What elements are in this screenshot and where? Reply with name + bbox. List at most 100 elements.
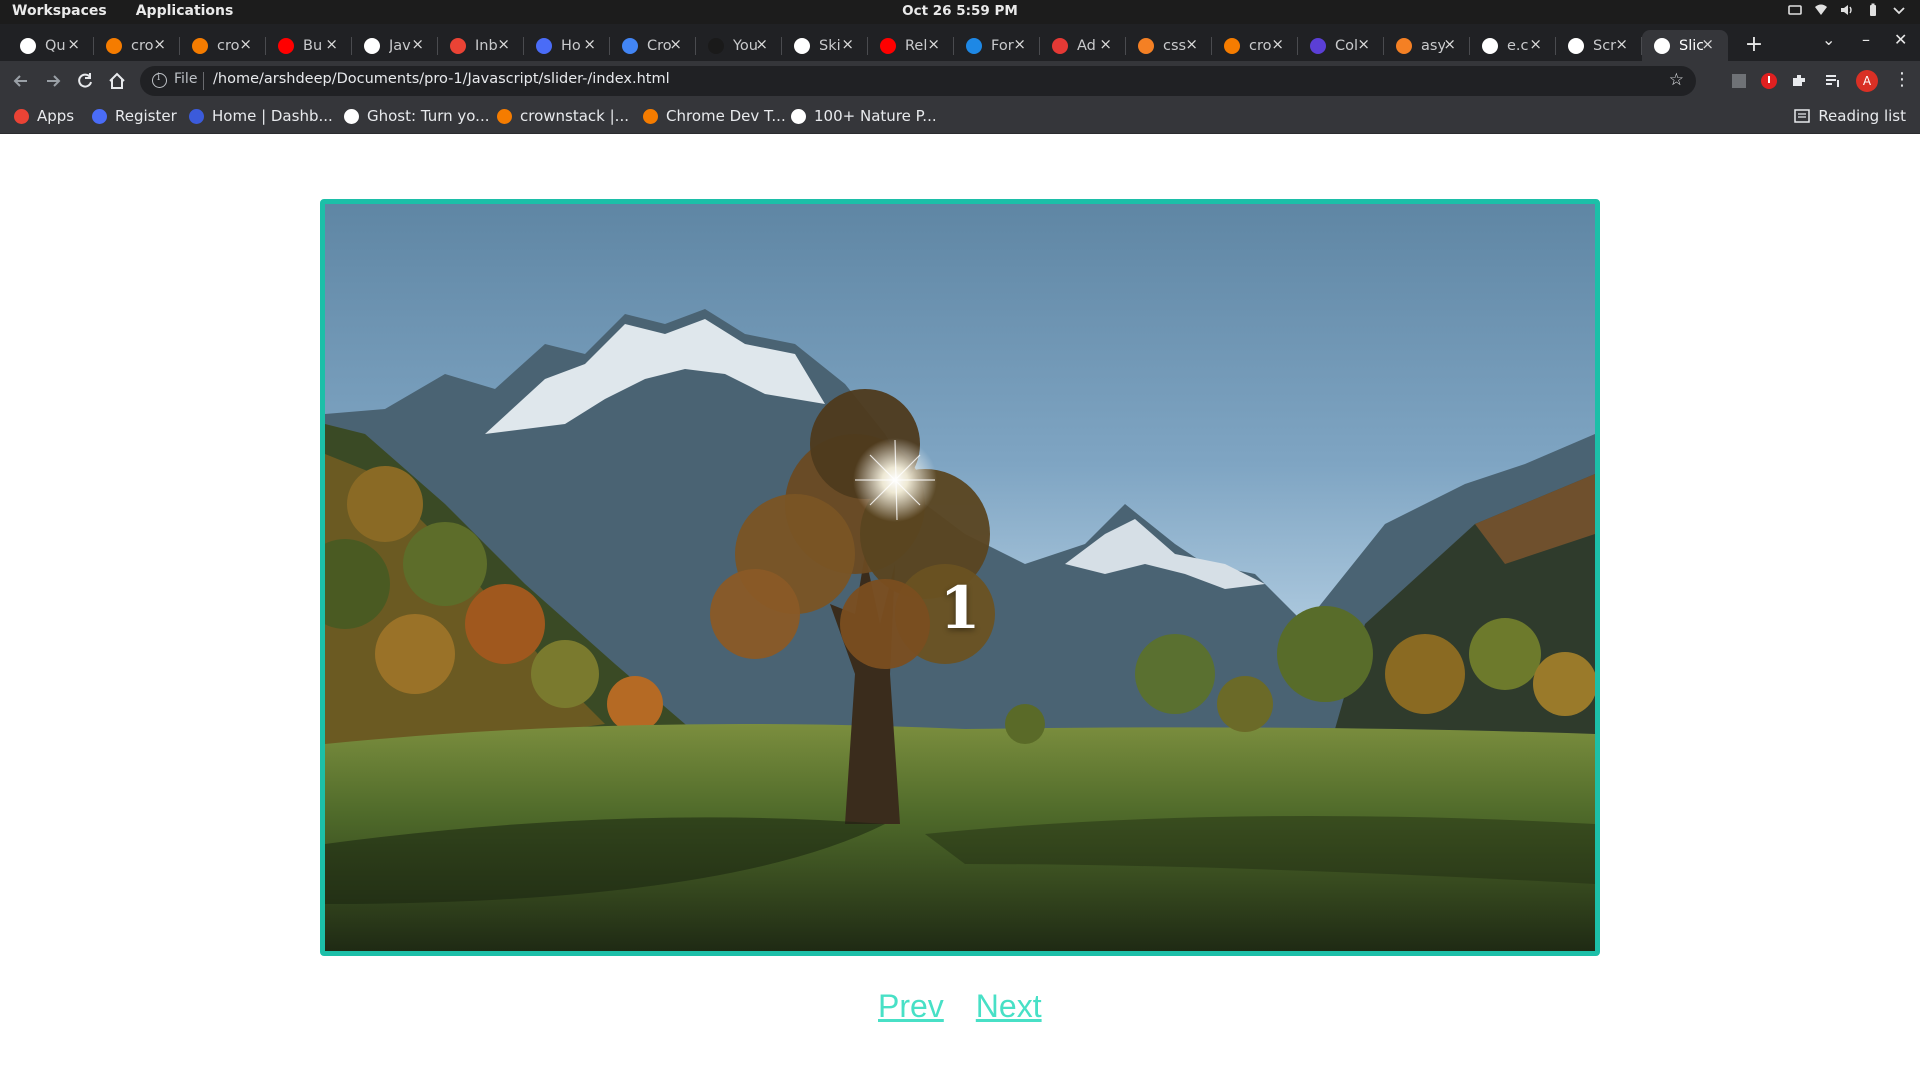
close-tab-icon[interactable]: × [1701, 35, 1714, 53]
k-icon [92, 108, 107, 124]
tab-7[interactable]: Cro × [610, 30, 696, 61]
bookmark-0[interactable]: Apps [14, 107, 74, 125]
tab-4[interactable]: Jav × [352, 30, 438, 61]
extensions-puzzle-icon[interactable] [1790, 72, 1808, 90]
crownstack-icon [497, 108, 512, 124]
close-tab-icon[interactable]: × [1443, 35, 1456, 53]
close-tab-icon[interactable]: × [1357, 35, 1370, 53]
display-icon[interactable] [1788, 3, 1802, 17]
reading-list-button[interactable]: Reading list [1794, 107, 1906, 125]
tab-0[interactable]: Qu × [8, 30, 94, 61]
bookmark-3[interactable]: Ghost: Turn yo... [344, 107, 490, 125]
stackoverflow-icon [1396, 37, 1412, 54]
apps-grid-icon [14, 108, 29, 124]
bookmark-1[interactable]: Register [92, 107, 177, 125]
bookmark-4[interactable]: crownstack |... [497, 107, 629, 125]
close-tab-icon[interactable]: × [1529, 35, 1542, 53]
tab-5[interactable]: Inb × [438, 30, 524, 61]
tab-18[interactable]: Scr × [1556, 30, 1642, 61]
tab-title: Qu [45, 37, 66, 54]
bookmark-5[interactable]: Chrome Dev T... [643, 107, 786, 125]
back-button[interactable] [10, 70, 32, 92]
tab-17[interactable]: e.c × [1470, 30, 1556, 61]
close-tab-icon[interactable]: × [755, 35, 768, 53]
close-tab-icon[interactable]: × [239, 35, 252, 53]
system-top-bar: Workspaces Applications Oct 26 5:59 PM [0, 0, 1920, 24]
minimize-button[interactable]: – [1862, 30, 1870, 49]
tab-15[interactable]: Col × [1298, 30, 1384, 61]
globe-icon [1654, 37, 1670, 54]
tab-title: cro [131, 37, 154, 54]
tab-8[interactable]: You × [696, 30, 782, 61]
tab-13[interactable]: css × [1126, 30, 1212, 61]
close-tab-icon[interactable]: × [841, 35, 854, 53]
tab-title: Scr [1593, 37, 1617, 54]
close-tab-icon[interactable]: × [411, 35, 424, 53]
system-clock[interactable]: Oct 26 5:59 PM [902, 3, 1018, 19]
chrome-menu-icon[interactable]: ⋮ [1893, 69, 1911, 90]
close-tab-icon[interactable]: × [1013, 35, 1026, 53]
google-icon [1482, 37, 1498, 54]
tab-title: For [991, 37, 1014, 54]
home-button[interactable] [106, 70, 128, 92]
tab-6[interactable]: Ho × [524, 30, 610, 61]
bookmark-6[interactable]: 100+ Nature P... [791, 107, 937, 125]
tab-19[interactable]: Slic × [1642, 30, 1728, 61]
close-tab-icon[interactable]: × [497, 35, 510, 53]
address-bar[interactable]: File /home/arshdeep/Documents/pro-1/Java… [140, 66, 1696, 96]
tab-14[interactable]: cro × [1212, 30, 1298, 61]
asterisk-icon [1052, 37, 1068, 54]
media-queue-icon[interactable] [1824, 72, 1842, 90]
close-tab-icon[interactable]: × [1185, 35, 1198, 53]
slider-controls: Prev Next [878, 988, 1042, 1025]
bookmark-2[interactable]: Home | Dashb... [189, 107, 333, 125]
crownstack-icon [643, 108, 658, 124]
globe-icon [794, 37, 810, 54]
k-icon [536, 37, 552, 54]
url-text[interactable]: /home/arshdeep/Documents/pro-1/Javascrip… [213, 71, 670, 87]
wifi-icon[interactable] [1814, 3, 1828, 17]
tab-title: Slic [1679, 37, 1703, 54]
close-tab-icon[interactable]: × [1615, 35, 1628, 53]
bookmarks-bar: Reading list Apps Register Home | Dashb...… [0, 101, 1920, 134]
tab-1[interactable]: cro × [94, 30, 180, 61]
reading-list-icon [1794, 109, 1811, 123]
bookmark-label: Apps [37, 107, 75, 125]
forward-button[interactable] [42, 70, 64, 92]
close-tab-icon[interactable]: × [67, 35, 80, 53]
tab-11[interactable]: For × [954, 30, 1040, 61]
extension-screenshot-icon[interactable] [1730, 72, 1748, 90]
reload-button[interactable] [74, 70, 96, 92]
workspaces-menu[interactable]: Workspaces [12, 3, 107, 19]
volume-icon[interactable] [1840, 3, 1854, 17]
close-tab-icon[interactable]: × [583, 35, 596, 53]
close-tab-icon[interactable]: × [927, 35, 940, 53]
close-tab-icon[interactable]: × [1099, 35, 1112, 53]
youtube-icon [880, 37, 896, 54]
tab-16[interactable]: asy × [1384, 30, 1470, 61]
tab-3[interactable]: Bu × [266, 30, 352, 61]
close-window-button[interactable]: ✕ [1894, 30, 1907, 49]
system-menu-chevron-icon[interactable] [1892, 3, 1906, 17]
image-slider: 1 [320, 199, 1600, 956]
tab-12[interactable]: Ad × [1040, 30, 1126, 61]
extension-red-icon[interactable] [1760, 72, 1778, 90]
close-tab-icon[interactable]: × [153, 35, 166, 53]
tab-10[interactable]: Rel × [868, 30, 954, 61]
profile-avatar[interactable]: A [1856, 70, 1878, 92]
prev-button[interactable]: Prev [878, 988, 944, 1025]
crownstack-icon [1224, 37, 1240, 54]
tab-2[interactable]: cro × [180, 30, 266, 61]
new-tab-button[interactable]: + [1740, 32, 1768, 60]
battery-icon[interactable] [1866, 3, 1880, 17]
close-tab-icon[interactable]: × [1271, 35, 1284, 53]
close-tab-icon[interactable]: × [325, 35, 338, 53]
close-tab-icon[interactable]: × [669, 35, 682, 53]
next-button[interactable]: Next [976, 988, 1042, 1025]
tab-search-chevron-icon[interactable]: ⌄ [1822, 30, 1835, 49]
bookmark-star-icon[interactable]: ☆ [1669, 70, 1684, 90]
tab-9[interactable]: Ski × [782, 30, 868, 61]
site-info-icon[interactable] [152, 72, 167, 88]
tab-title: Ho [561, 37, 581, 54]
applications-menu[interactable]: Applications [136, 3, 234, 19]
